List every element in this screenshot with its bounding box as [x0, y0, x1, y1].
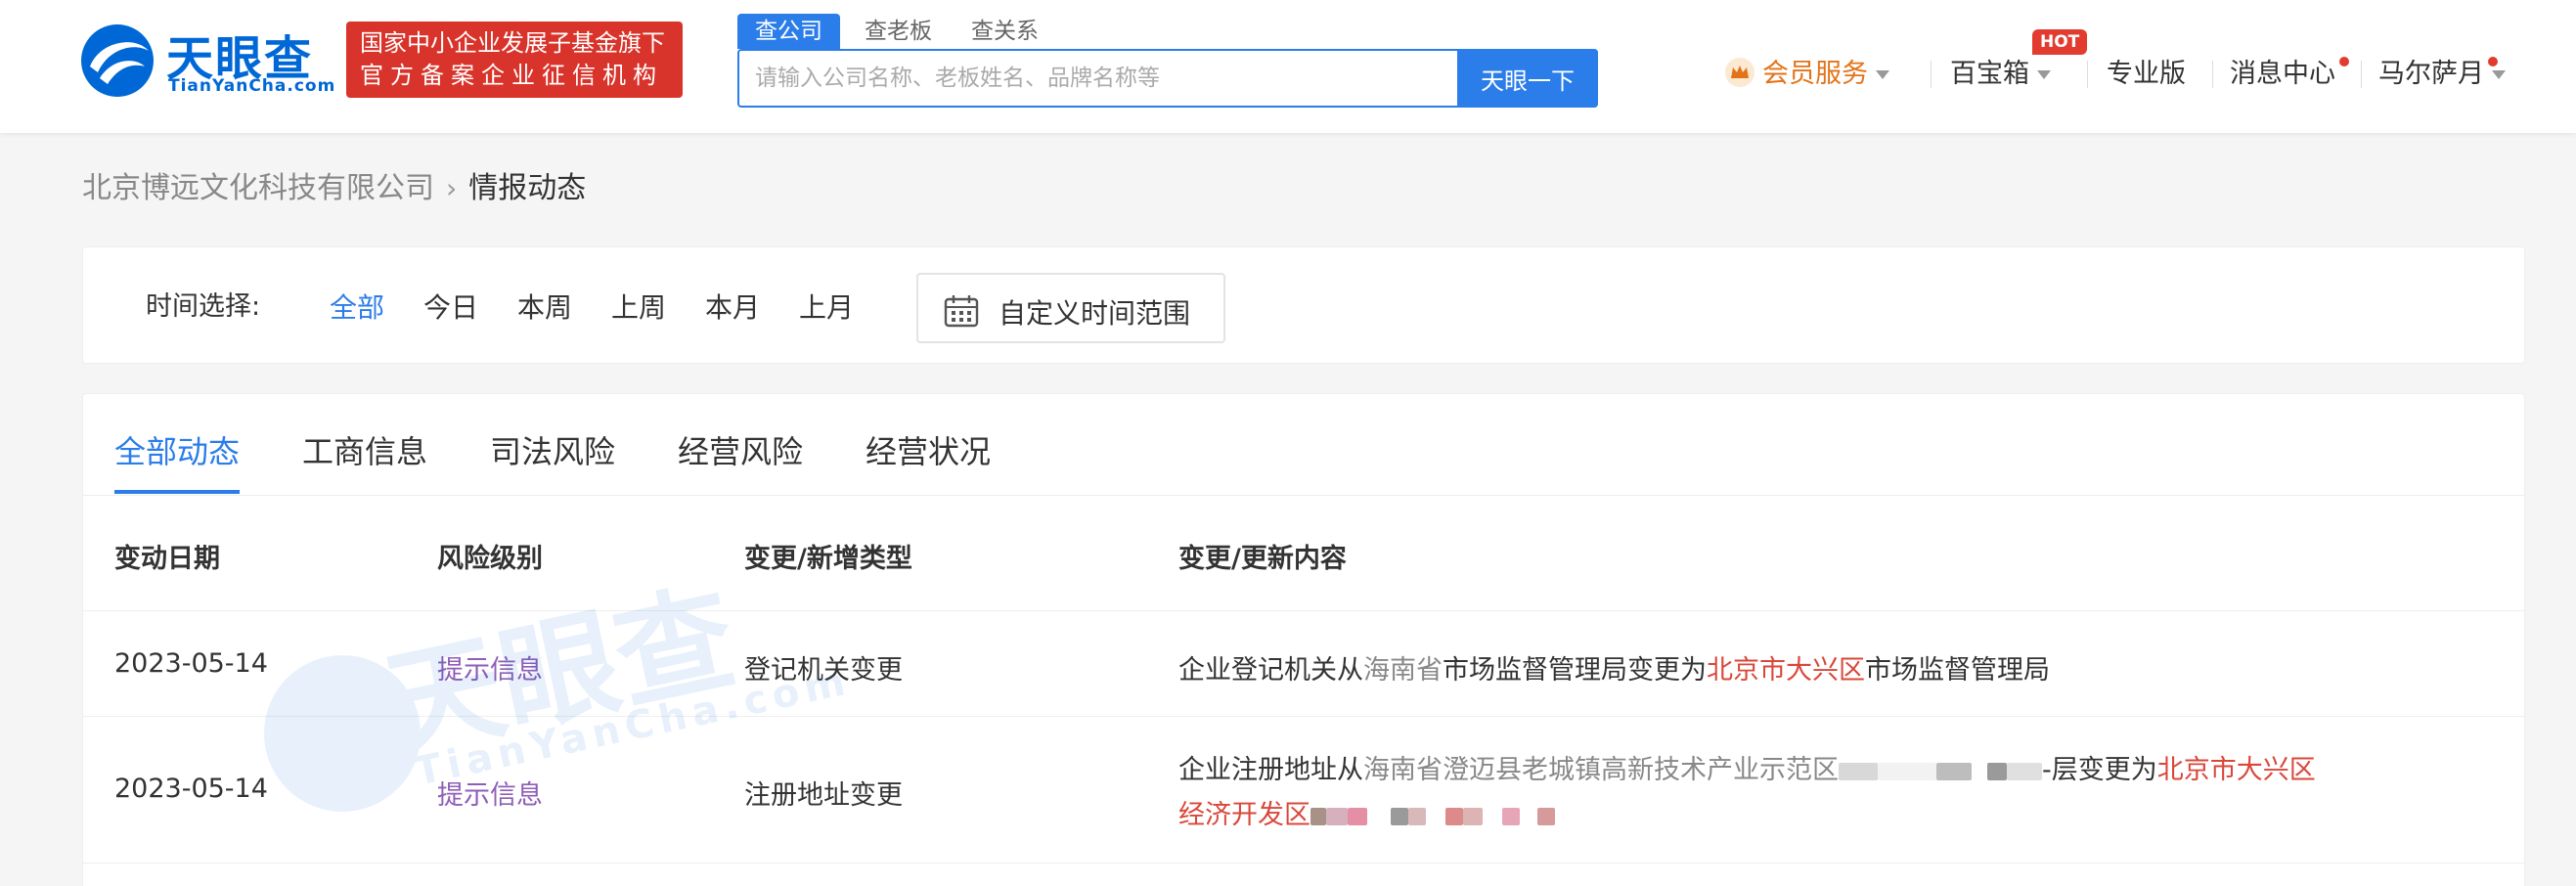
table-row: 2023-05-14 提示信息 登记机关变更 企业登记机关从海南省市场监督管理局… — [83, 611, 2524, 717]
time-option-all[interactable]: 全部 — [330, 287, 384, 326]
member-service-menu[interactable]: 会员服务 — [1725, 55, 1889, 94]
dynamics-card: 全部动态 工商信息 司法风险 经营风险 经营状况 变动日期 风险级别 变更/新增… — [82, 393, 2525, 886]
tianyancha-logo[interactable]: 天眼查 TianYanCha.com — [78, 20, 336, 102]
time-filter-card: 时间选择: 全部 今日 本周 上周 本月 上月 自定义时间范围 — [82, 246, 2525, 364]
time-option-last-month[interactable]: 上月 — [799, 287, 854, 326]
breadcrumb-company-link[interactable]: 北京博远文化科技有限公司 — [82, 171, 434, 205]
message-notification-dot — [2339, 57, 2349, 66]
search-tab-relation[interactable]: 查关系 — [971, 14, 1039, 49]
redacted-text — [1839, 755, 2042, 785]
nav-divider — [2361, 61, 2362, 88]
time-option-last-week[interactable]: 上周 — [611, 287, 666, 326]
treasure-box-menu[interactable]: 百宝箱 — [1950, 55, 2051, 94]
row-change-content-line-1: 企业注册地址从海南省澄迈县老城镇高新技术产业示范区 -层变更为北京市大兴区 — [1178, 748, 2316, 786]
content-text: 市场监督管理局变更为 — [1443, 655, 1707, 686]
pro-version-link[interactable]: 专业版 — [2107, 55, 2186, 94]
tab-operating-risk[interactable]: 经营风险 — [678, 427, 803, 472]
time-option-this-month[interactable]: 本月 — [705, 287, 760, 326]
logo-subtext: TianYanCha.com — [168, 76, 336, 96]
time-option-this-week[interactable]: 本周 — [517, 287, 572, 326]
row-risk-level: 提示信息 — [437, 655, 543, 686]
user-menu[interactable]: 马尔萨月 — [2378, 55, 2506, 94]
content-old-value: 海南省澄迈县老城镇高新技术产业示范区 — [1363, 755, 1839, 785]
logo-mark-icon — [81, 24, 154, 97]
content-new-value: 北京市大兴区 — [2156, 755, 2316, 785]
hot-badge: HOT — [2032, 29, 2088, 55]
top-header: 天眼查 TianYanCha.com 国家中小企业发展子基金旗下 官方备案企业征… — [0, 0, 2576, 133]
row-change-content: 企业登记机关从海南省市场监督管理局变更为北京市大兴区市场监督管理局 — [1178, 648, 2050, 687]
user-notification-dot — [2488, 57, 2498, 66]
row-risk-level: 提示信息 — [437, 780, 543, 811]
chevron-down-icon — [2037, 70, 2051, 79]
badge-line-1: 国家中小企业发展子基金旗下 — [360, 29, 665, 57]
row-change-content-line-2: 经济开发区 — [1178, 793, 1555, 831]
column-header-risk: 风险级别 — [437, 544, 543, 574]
row-date: 2023-05-14 — [114, 648, 268, 679]
search-button[interactable]: 天眼一下 — [1457, 49, 1598, 108]
nav-divider — [2087, 61, 2088, 88]
content-new-value: 经济开发区 — [1178, 800, 1310, 830]
column-header-type: 变更/新增类型 — [744, 544, 912, 574]
breadcrumb-current: 情报动态 — [468, 171, 587, 205]
redacted-text — [1310, 800, 1555, 830]
row-change-type: 注册地址变更 — [744, 780, 903, 811]
user-name: 马尔萨月 — [2378, 59, 2484, 89]
row-change-type: 登记机关变更 — [744, 655, 903, 686]
content-text: 市场监督管理局 — [1865, 655, 2050, 686]
search-tab-boss[interactable]: 查老板 — [865, 14, 932, 49]
row-date: 2023-05-14 — [114, 774, 268, 804]
table-header: 变动日期 风险级别 变更/新增类型 变更/更新内容 — [83, 496, 2524, 611]
time-option-today[interactable]: 今日 — [423, 287, 478, 326]
tab-judicial-risk[interactable]: 司法风险 — [490, 427, 615, 472]
chevron-down-icon — [2492, 70, 2506, 79]
search-input[interactable] — [739, 51, 1459, 106]
content-new-value: 北京市大兴区 — [1707, 655, 1865, 686]
member-service-label: 会员服务 — [1762, 59, 1868, 89]
crown-icon — [1725, 57, 1754, 87]
content-text: 企业注册地址从 — [1178, 755, 1363, 785]
active-tab-indicator — [114, 490, 240, 494]
official-badge: 国家中小企业发展子基金旗下 官方备案企业征信机构 — [346, 22, 683, 98]
nav-divider — [2212, 61, 2213, 88]
tab-business-info[interactable]: 工商信息 — [302, 427, 427, 472]
chevron-down-icon — [1876, 70, 1889, 79]
content-text: 企业登记机关从 — [1178, 655, 1363, 686]
column-header-date: 变动日期 — [114, 544, 220, 574]
column-header-content: 变更/更新内容 — [1178, 544, 1347, 574]
tab-all-dynamics[interactable]: 全部动态 — [114, 427, 240, 472]
time-filter-label: 时间选择: — [146, 291, 261, 322]
nav-divider — [1931, 61, 1932, 88]
treasure-box-label: 百宝箱 — [1950, 59, 2029, 89]
message-center-link[interactable]: 消息中心 — [2230, 55, 2335, 94]
tab-operating-status[interactable]: 经营状况 — [866, 427, 991, 472]
chevron-right-icon: › — [446, 172, 458, 204]
category-tabs: 全部动态 工商信息 司法风险 经营风险 经营状况 — [83, 394, 2524, 496]
calendar-icon — [944, 295, 979, 328]
search-box: 天眼一下 — [737, 49, 1598, 108]
table-row: 2023-05-14 提示信息 注册地址变更 企业注册地址从海南省澄迈县老城镇高… — [83, 717, 2524, 864]
breadcrumb: 北京博远文化科技有限公司 › 情报动态 — [82, 166, 586, 211]
custom-time-range-button[interactable]: 自定义时间范围 — [916, 273, 1225, 343]
badge-line-2: 官方备案企业征信机构 — [360, 62, 663, 89]
search-tab-company[interactable]: 查公司 — [737, 14, 840, 49]
custom-time-range-label: 自定义时间范围 — [999, 297, 1191, 330]
content-old-value: 海南省 — [1363, 655, 1443, 686]
content-text: -层变更为 — [2042, 755, 2157, 785]
